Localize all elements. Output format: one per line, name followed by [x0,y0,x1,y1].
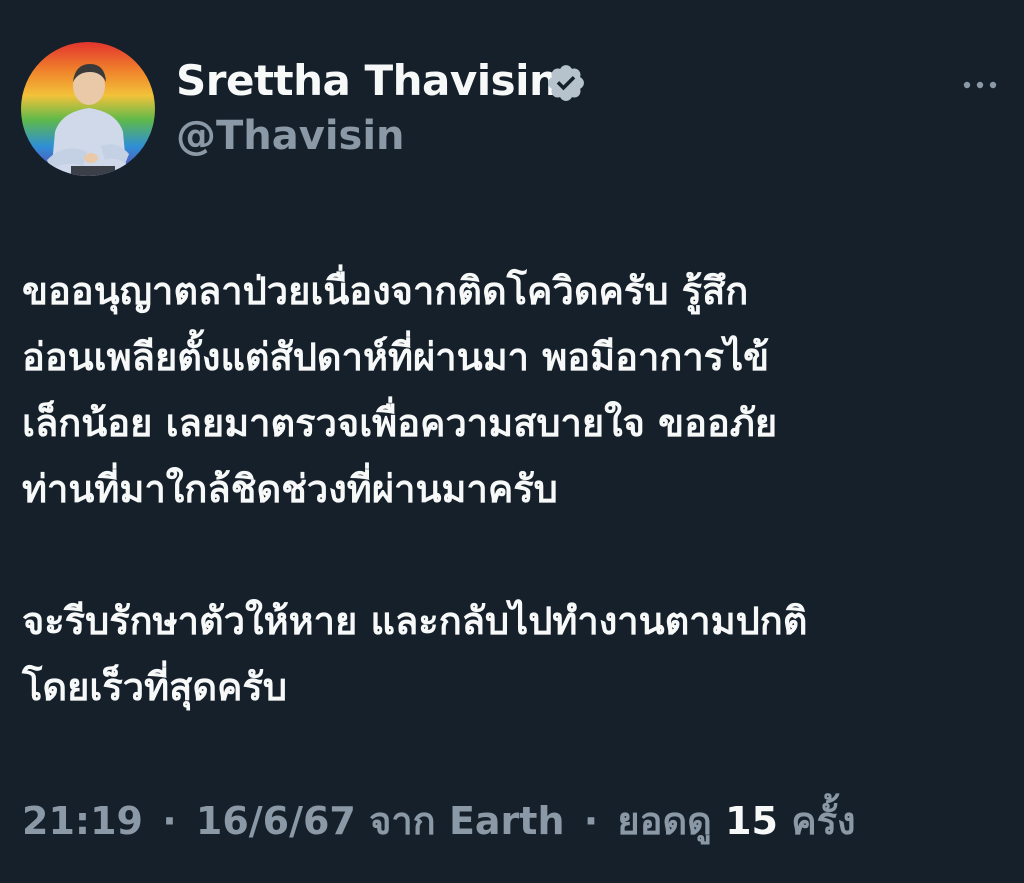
tweet-metadata: 21:19 · 16/6/67 จาก Earth · ยอดดู 15 ครั… [22,790,856,851]
tweet-line: ขออนุญาตลาป่วยเนื่องจากติดโควิดครับ รู้ส… [22,269,749,313]
tweet-date[interactable]: 16/6/67 [196,799,356,843]
tweet-line: โดยเร็วที่สุดครับ [22,665,287,709]
author-handle[interactable]: @Thavisin [176,113,405,159]
avatar[interactable] [21,42,155,176]
tweet-source: Earth [448,799,565,843]
more-options-icon[interactable] [958,70,1002,100]
tweet-line: อ่อนเพลียตั้งแต่สัปดาห์ที่ผ่านมา พอมีอาก… [22,335,770,379]
views-prefix: ยอดดู [617,799,712,843]
tweet-line: ท่านที่มาใกล้ชิดช่วงที่ผ่านมาครับ [22,467,558,511]
tweet-line: จะรีบรักษาตัวให้หาย และกลับไปทำงานตามปกต… [22,599,808,643]
views-count[interactable]: 15 [725,799,778,843]
avatar-portrait-icon [47,64,129,176]
tweet-text: ขออนุญาตลาป่วยเนื่องจากติดโควิดครับ รู้ส… [22,258,1007,720]
separator-dot: · [583,799,599,843]
source-prefix: จาก [369,799,436,843]
tweet-time[interactable]: 21:19 [22,799,143,843]
tweet-line: เล็กน้อย เลยมาตรวจเพื่อความสบายใจ ขออภัย [22,401,778,445]
tweet-detail: Srettha Thavisin @Thavisin ขออนุญาตลาป่ว… [0,0,1024,883]
views-suffix: ครั้ง [791,799,856,843]
author-name[interactable]: Srettha Thavisin [176,56,559,105]
tweet-paragraph-2: จะรีบรักษาตัวให้หาย และกลับไปทำงานตามปกต… [22,588,1007,720]
separator-dot: · [162,799,177,843]
verified-badge-icon [548,65,584,101]
tweet-paragraph-1: ขออนุญาตลาป่วยเนื่องจากติดโควิดครับ รู้ส… [22,258,1007,522]
